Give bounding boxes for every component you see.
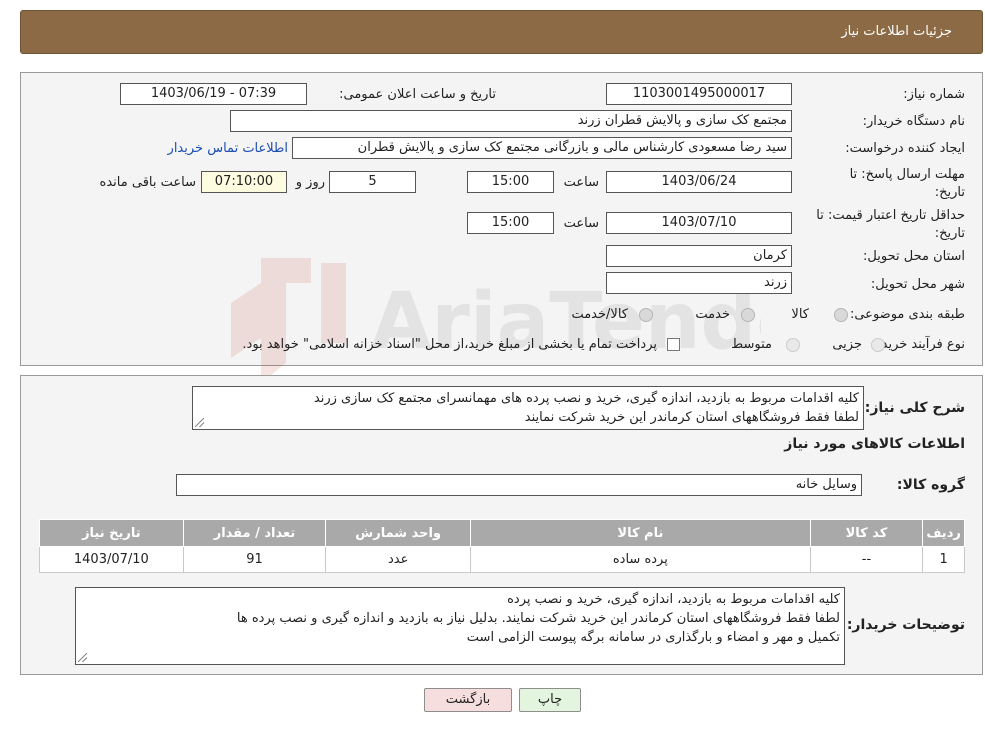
buyer-org-label: نام دستگاه خریدار:: [862, 114, 965, 129]
buyer-notes-line: کلیه اقدامات مربوط به بازدید، اندازه گیر…: [507, 592, 840, 607]
deadline-time-field: 15:00: [467, 171, 554, 193]
cell-code: --: [809, 546, 924, 573]
cell-unit: عدد: [325, 546, 472, 573]
cell-qty: 91: [182, 546, 327, 573]
col-qty-header: تعداد / مقدار: [182, 519, 327, 547]
need-number-label: شماره نیاز:: [903, 87, 965, 102]
category-service-radio[interactable]: [741, 308, 755, 322]
description-label: شرح کلی نیاز:: [864, 400, 965, 416]
col-date-header: تاریخ نیاز: [39, 519, 184, 547]
goods-group-label: گروه کالا:: [896, 477, 965, 493]
deadline-date-label: تاریخ:: [934, 185, 965, 200]
buyer-contact-link[interactable]: اطلاعات تماس خریدار: [168, 141, 288, 156]
category-goods-label: کالا: [791, 307, 809, 322]
col-name-header: نام کالا: [470, 519, 811, 547]
print-button[interactable]: چاپ: [519, 688, 581, 712]
description-textarea[interactable]: کلیه اقدامات مربوط به بازدید، اندازه گیر…: [192, 386, 864, 430]
deadline-time-label: ساعت: [563, 175, 599, 190]
city-label: شهر محل تحویل:: [870, 277, 965, 292]
page-header: جزئیات اطلاعات نیاز: [20, 10, 983, 54]
process-type-label: نوع فرآیند خرید :: [873, 337, 965, 352]
treasury-payment-checkbox[interactable]: [667, 338, 680, 351]
buyer-org-field: مجتمع کک سازی و پالایش قطران زرند: [230, 110, 792, 132]
price-validity-date-label: تاریخ:: [934, 226, 965, 241]
resize-handle-icon[interactable]: [195, 418, 204, 427]
price-validity-time-label: ساعت: [563, 216, 599, 231]
buyer-notes-label: توضیحات خریدار:: [846, 617, 965, 633]
treasury-payment-note: پرداخت تمام یا بخشی از مبلغ خرید،از محل …: [242, 337, 657, 352]
process-minor-label: جزیی: [832, 337, 862, 352]
deadline-label: مهلت ارسال پاسخ: تا: [849, 167, 965, 182]
cell-name: پرده ساده: [470, 546, 811, 573]
table-row: 1 -- پرده ساده عدد 91 1403/07/10: [39, 546, 965, 573]
resize-handle-icon[interactable]: [78, 653, 87, 662]
col-unit-header: واحد شمارش: [325, 519, 472, 547]
category-goods-radio[interactable]: [834, 308, 848, 322]
page-title: جزئیات اطلاعات نیاز: [841, 24, 952, 39]
goods-table: ردیف کد کالا نام کالا واحد شمارش تعداد /…: [39, 519, 965, 573]
need-number-field: 1103001495000017: [606, 83, 792, 105]
remaining-time-label: ساعت باقی مانده: [99, 175, 196, 190]
deadline-date-field: 1403/06/24: [606, 171, 792, 193]
description-line: کلیه اقدامات مربوط به بازدید، اندازه گیر…: [313, 391, 859, 406]
back-button[interactable]: بازگشت: [424, 688, 512, 712]
province-label: استان محل تحویل:: [863, 249, 965, 264]
process-medium-radio[interactable]: [786, 338, 800, 352]
price-validity-label: حداقل تاریخ اعتبار قیمت: تا: [816, 208, 965, 223]
process-medium-label: متوسط: [731, 337, 772, 352]
buyer-notes-textarea[interactable]: کلیه اقدامات مربوط به بازدید، اندازه گیر…: [75, 587, 845, 665]
creator-label: ایجاد کننده درخواست:: [845, 141, 965, 156]
category-label: طبقه بندی موضوعی:: [849, 307, 965, 322]
col-code-header: کد کالا: [809, 519, 924, 547]
city-field: زرند: [606, 272, 792, 294]
need-details-panel: شرح کلی نیاز: کلیه اقدامات مربوط به بازد…: [20, 375, 983, 675]
remaining-time-field: 07:10:00: [201, 171, 287, 193]
need-info-panel: AriaTender.neT شماره نیاز: 1103001495000…: [20, 72, 983, 383]
province-field: کرمان: [606, 245, 792, 267]
table-header-row: ردیف کد کالا نام کالا واحد شمارش تعداد /…: [39, 519, 965, 547]
category-service-label: خدمت: [695, 307, 730, 322]
days-remaining-field: 5: [329, 171, 416, 193]
goods-group-field: وسایل خانه: [176, 474, 862, 496]
col-row-header: ردیف: [922, 519, 965, 547]
cell-date: 1403/07/10: [39, 546, 184, 573]
cell-row: 1: [922, 546, 965, 573]
description-line: لطفا فقط فروشگاههای استان کرماندر این خر…: [524, 410, 859, 425]
days-label: روز و: [295, 175, 325, 190]
price-validity-time-field: 15:00: [467, 212, 554, 234]
announce-datetime-field: 1403/06/19 - 07:39: [120, 83, 307, 105]
category-goods-service-label: کالا/خدمت: [571, 307, 628, 322]
process-minor-radio[interactable]: [871, 338, 885, 352]
category-goods-service-radio[interactable]: [639, 308, 653, 322]
buyer-notes-line: لطفا فقط فروشگاههای استان کرماندر این خر…: [236, 611, 840, 626]
announce-datetime-label: تاریخ و ساعت اعلان عمومی:: [339, 87, 496, 102]
buyer-notes-line: تکمیل و مهر و امضاء و بارگذاری در سامانه…: [466, 630, 840, 645]
creator-field: سید رضا مسعودی کارشناس مالی و بازرگانی م…: [292, 137, 792, 159]
price-validity-date-field: 1403/07/10: [606, 212, 792, 234]
goods-info-title: اطلاعات کالاهای مورد نیاز: [784, 436, 965, 452]
